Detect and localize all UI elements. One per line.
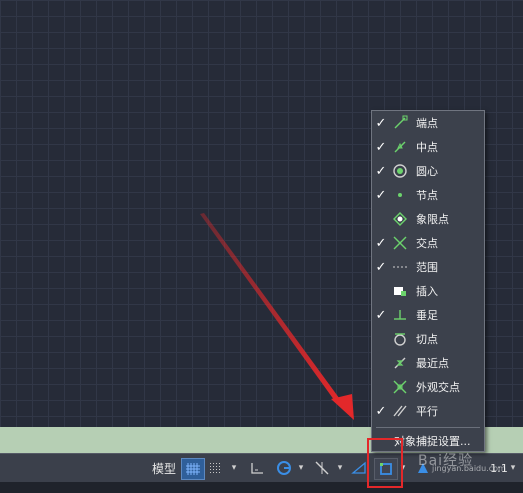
autocad-window: 模型 ▾ ▾ ▾ ▾ 1:1 ▾ ✓ 端点 ✓ 中点 ✓ 圆心 ✓ 节点 象限点…	[0, 0, 523, 493]
snap-tracking-icon	[313, 460, 331, 476]
watermark-text: jingyan.baidu.com	[432, 464, 506, 473]
check-mark-icon: ✓	[375, 259, 387, 275]
object-snap-highlight-box	[367, 438, 403, 488]
snap-grid-icon	[208, 461, 224, 475]
settings-label: 对象捕捉设置...	[394, 435, 471, 448]
osnap-item-label: 平行	[416, 405, 438, 418]
osnap-item[interactable]: 象限点	[372, 207, 484, 231]
osnap-item[interactable]: 切点	[372, 327, 484, 351]
ortho-icon	[249, 461, 265, 475]
osnap-item[interactable]: ✓ 平行	[372, 399, 484, 423]
apparent-intersection-icon	[390, 379, 410, 395]
window-bottom-edge	[0, 482, 523, 493]
model-tab[interactable]: 模型	[149, 458, 179, 478]
tracking-dropdown-arrow[interactable]: ▾	[335, 458, 345, 478]
osnap-item-label: 切点	[416, 333, 438, 346]
polar-tracking-button[interactable]	[272, 458, 296, 478]
object-snap-menu: ✓ 端点 ✓ 中点 ✓ 圆心 ✓ 节点象限点 ✓ 交点 ✓ 范围插入 ✓ 垂足切点最近点外观交点 ✓ 平行 对…	[371, 110, 485, 452]
perpendicular-icon	[390, 307, 410, 323]
check-mark-icon: ✓	[375, 235, 387, 251]
grid-icon	[185, 462, 201, 476]
osnap-item[interactable]: ✓ 圆心	[372, 159, 484, 183]
midpoint-icon	[390, 139, 410, 155]
osnap-item[interactable]: ✓ 节点	[372, 183, 484, 207]
endpoint-icon	[390, 115, 410, 131]
object-snap-tracking-button[interactable]	[310, 458, 334, 478]
osnap-item[interactable]: ✓ 范围	[372, 255, 484, 279]
snap-mode-button[interactable]	[205, 458, 227, 478]
parallel-icon	[390, 403, 410, 419]
osnap-item-label: 插入	[416, 285, 438, 298]
node-icon	[390, 187, 410, 203]
polar-dropdown-arrow[interactable]: ▾	[296, 458, 306, 478]
check-mark-icon: ✓	[375, 163, 387, 179]
osnap-item[interactable]: 插入	[372, 279, 484, 303]
osnap-item-label: 外观交点	[416, 381, 460, 394]
nearest-icon	[390, 355, 410, 371]
menu-separator	[376, 427, 480, 428]
osnap-item-label: 端点	[416, 117, 438, 130]
check-mark-icon: ✓	[375, 187, 387, 203]
osnap-item-label: 圆心	[416, 165, 438, 178]
osnap-item[interactable]: ✓ 中点	[372, 135, 484, 159]
insertion-icon	[390, 283, 410, 299]
check-mark-icon: ✓	[375, 403, 387, 419]
check-mark-icon: ✓	[375, 139, 387, 155]
osnap-item[interactable]: ✓ 交点	[372, 231, 484, 255]
grid-button[interactable]	[181, 458, 205, 480]
extension-icon	[390, 259, 410, 275]
osnap-item[interactable]: 外观交点	[372, 375, 484, 399]
check-mark-icon: ✓	[375, 307, 387, 323]
polar-icon	[275, 460, 293, 476]
quadrant-icon	[390, 211, 410, 227]
snap-dropdown-arrow[interactable]: ▾	[229, 458, 239, 478]
ortho-button[interactable]	[246, 458, 268, 478]
intersection-icon	[390, 235, 410, 251]
osnap-item-label: 范围	[416, 261, 438, 274]
osnap-item-label: 交点	[416, 237, 438, 250]
isometric-icon	[351, 461, 367, 475]
osnap-item-label: 最近点	[416, 357, 449, 370]
check-mark-icon: ✓	[375, 115, 387, 131]
scale-dropdown-arrow[interactable]: ▾	[508, 458, 518, 478]
osnap-item-label: 中点	[416, 141, 438, 154]
center-icon	[390, 163, 410, 179]
osnap-item-label: 象限点	[416, 213, 449, 226]
osnap-item-label: 节点	[416, 189, 438, 202]
osnap-item[interactable]: 最近点	[372, 351, 484, 375]
tangent-icon	[390, 331, 410, 347]
osnap-item[interactable]: ✓ 端点	[372, 111, 484, 135]
osnap-item-label: 垂足	[416, 309, 438, 322]
osnap-item[interactable]: ✓ 垂足	[372, 303, 484, 327]
